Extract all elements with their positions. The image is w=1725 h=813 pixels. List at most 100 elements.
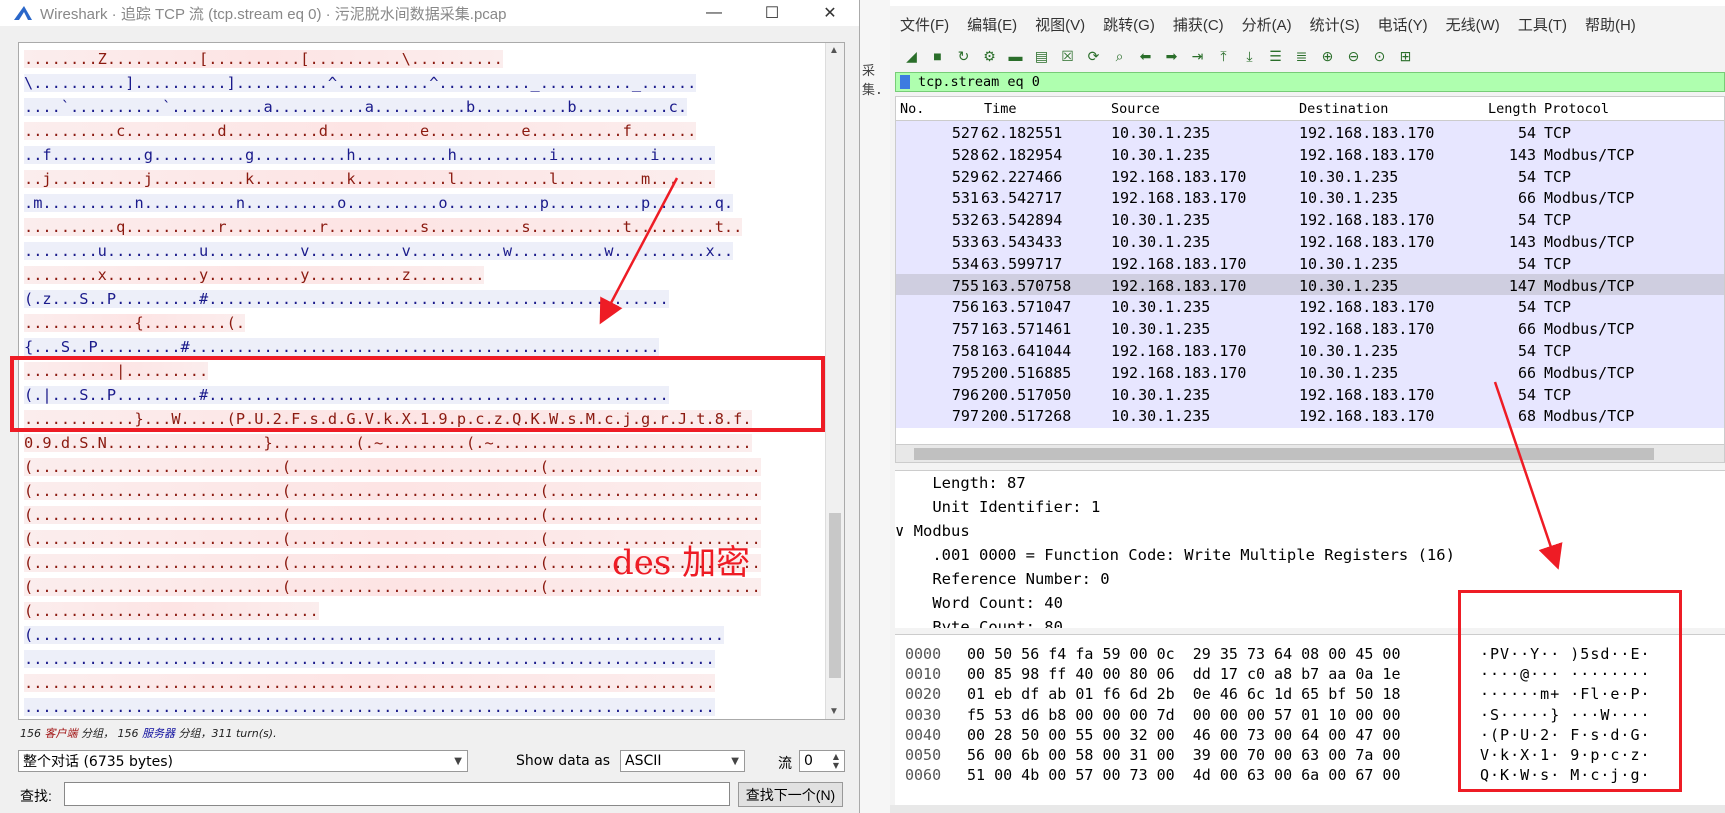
go-last-icon[interactable]: ⤓ — [1238, 45, 1261, 67]
scroll-down-icon[interactable]: ▼ — [829, 706, 839, 717]
spin-arrows-icon[interactable]: ▲ ▼ — [833, 752, 839, 770]
resize-columns-icon[interactable]: ⊞ — [1394, 45, 1417, 67]
menu-item-2[interactable]: 视图(V) — [1035, 14, 1085, 40]
menu-item-4[interactable]: 捕获(C) — [1173, 14, 1224, 40]
hex-bytes: 00 50 56 f4 fa 59 00 0c 29 35 73 64 08 0… — [967, 645, 1401, 663]
packet-cell: Modbus/TCP — [1544, 233, 1635, 251]
minimize-button[interactable]: — — [685, 0, 743, 26]
menu-item-1[interactable]: 编辑(E) — [967, 14, 1017, 40]
find-next-button[interactable]: 查找下一个(N) — [738, 782, 843, 807]
go-back-icon[interactable]: ⬅ — [1134, 45, 1157, 67]
detail-line[interactable]: ∨ Modbus — [895, 519, 1725, 543]
hex-bytes: 00 28 50 00 55 00 32 00 46 00 73 00 64 0… — [967, 725, 1401, 744]
close-file-icon[interactable]: ☒ — [1056, 45, 1079, 67]
bookmark-icon[interactable] — [900, 75, 910, 89]
stop-icon[interactable]: ■ — [926, 45, 949, 67]
shark-fin-icon[interactable]: ◢ — [900, 45, 923, 67]
packet-row[interactable]: 757 163.571461 10.30.1.235 192.168.183.170 6… — [896, 317, 1724, 342]
packet-row[interactable]: 533 63.543433 10.30.1.235 192.168.183.170 14… — [896, 230, 1724, 254]
stream-line: ........u..........u..........v.........… — [24, 239, 824, 263]
colorize-icon[interactable]: ≣ — [1290, 45, 1313, 67]
menu-item-0[interactable]: 文件(F) — [900, 14, 949, 40]
show-data-format-select[interactable]: ASCII ▼ — [620, 750, 745, 772]
column-header-source[interactable]: Source — [1111, 101, 1160, 117]
scroll-up-icon[interactable]: ▲ — [829, 45, 839, 56]
autoscroll-icon[interactable]: ☰ — [1264, 45, 1287, 67]
go-first-icon[interactable]: ⤒ — [1212, 45, 1235, 67]
packet-row[interactable]: 532 63.542894 10.30.1.235 192.168.183.170 54… — [896, 208, 1724, 233]
show-format-value: ASCII — [625, 753, 662, 769]
packet-cell: TCP — [1544, 124, 1572, 142]
packet-row[interactable]: 531 63.542717 192.168.183.170 10.30.1.235 66… — [896, 186, 1724, 211]
packet-list-hscroll[interactable] — [896, 444, 1724, 462]
menu-item-8[interactable]: 无线(W) — [1446, 14, 1500, 40]
column-header-destination[interactable]: Destination — [1299, 101, 1388, 117]
stream-number-value: 0 — [804, 753, 813, 769]
follow-titlebar: Wireshark · 追踪 TCP 流 (tcp.stream eq 0) ·… — [0, 0, 859, 26]
menu-item-5[interactable]: 分析(A) — [1242, 14, 1292, 40]
stream-line: ........................................… — [24, 695, 824, 719]
conversation-select[interactable]: 整个对话 (6735 bytes) ▼ — [18, 750, 468, 772]
packet-row[interactable]: 758 163.641044 192.168.183.170 10.30.1.235 5… — [896, 339, 1724, 363]
detail-line[interactable]: .001 0000 = Function Code: Write Multipl… — [895, 543, 1725, 567]
detail-line[interactable]: Reference Number: 0 — [895, 567, 1725, 591]
close-button[interactable]: ✕ — [801, 0, 859, 26]
find-packet-icon[interactable]: ⌕ — [1108, 45, 1131, 67]
menu-item-7[interactable]: 电话(Y) — [1378, 14, 1428, 40]
packet-row[interactable]: 756 163.571047 10.30.1.235 192.168.183.170 5… — [896, 295, 1724, 320]
zoom-in-icon[interactable]: ⊕ — [1316, 45, 1339, 67]
zoom-out-icon[interactable]: ⊖ — [1342, 45, 1365, 67]
stream-scrollbar[interactable]: ▲ ▼ — [825, 43, 844, 719]
display-filter-input[interactable]: tcp.stream eq 0 — [895, 72, 1725, 92]
packet-row[interactable]: 797 200.517268 10.30.1.235 192.168.183.170 6… — [896, 404, 1724, 429]
server-stream-line: \..........]..........]..........^......… — [24, 74, 697, 92]
server-stream-line: ........u..........u..........v.........… — [24, 242, 734, 260]
packet-row[interactable]: 529 62.227466 192.168.183.170 10.30.1.235 54… — [896, 164, 1724, 189]
hscroll-thumb[interactable] — [914, 448, 1654, 460]
menu-item-9[interactable]: 工具(T) — [1518, 14, 1567, 40]
scrollbar-thumb[interactable] — [829, 513, 841, 678]
find-input[interactable] — [64, 782, 730, 806]
go-forward-icon[interactable]: ➡ — [1160, 45, 1183, 67]
client-stream-line: ............{.........(. — [24, 314, 246, 332]
packet-cell: TCP — [1544, 211, 1572, 230]
options-gear-icon[interactable]: ⚙ — [978, 45, 1001, 67]
column-header-time[interactable]: Time — [984, 101, 1017, 117]
open-folder-icon[interactable]: ▬ — [1004, 45, 1027, 67]
packet-row[interactable]: 795 200.516885 192.168.183.170 10.30.1.235 6… — [896, 360, 1724, 385]
packet-row[interactable]: 796 200.517050 10.30.1.235 192.168.183.170 5… — [896, 382, 1724, 407]
packet-row[interactable]: 528 62.182954 10.30.1.235 192.168.183.170 14… — [896, 142, 1724, 167]
packet-row[interactable]: 755 163.570758 192.168.183.170 10.30.1.235 1… — [896, 273, 1724, 298]
restart-icon[interactable]: ↻ — [952, 45, 975, 67]
column-header-length[interactable]: Length — [1488, 101, 1537, 117]
packet-cell: 143 — [1508, 145, 1536, 164]
maximize-button[interactable]: ☐ — [743, 0, 801, 26]
hex-offset: 0000 — [905, 645, 942, 663]
stream-line: ........................................… — [24, 671, 824, 695]
main-toolbar: ◢ ■ ↻ ⚙ ▬ ▤ ☒ ⟳ ⌕ ⬅ ➡ ⇥ ⤒ ⤓ ☰ ≣ ⊕ ⊖ ⊙ ⊞ — [890, 42, 1725, 70]
client-stream-line: (...........................(...........… — [24, 458, 761, 476]
packet-cell: 54 — [1517, 342, 1536, 360]
menu-item-3[interactable]: 跳转(G) — [1103, 14, 1155, 40]
packet-row[interactable]: 534 63.599717 192.168.183.170 10.30.1.235 54… — [896, 251, 1724, 276]
client-stream-line: ..........q..........r..........r.......… — [24, 218, 743, 236]
packet-row[interactable]: 527 62.182551 10.30.1.235 192.168.183.170 54… — [896, 121, 1724, 145]
server-stream-line: ....`..........`..........a..........a..… — [24, 98, 688, 116]
packet-list[interactable]: No. Time Source Destination Length Protocol 5… — [895, 96, 1725, 463]
column-header-protocol[interactable]: Protocol — [1544, 101, 1609, 117]
packet-cell: 68 — [1517, 407, 1536, 426]
save-file-icon[interactable]: ▤ — [1030, 45, 1053, 67]
chevron-down-icon: ▼ — [454, 755, 462, 767]
hex-offset: 0020 — [905, 685, 942, 704]
menu-item-10[interactable]: 帮助(H) — [1585, 14, 1636, 40]
reload-icon[interactable]: ⟳ — [1082, 45, 1105, 67]
detail-line[interactable]: Length: 87 — [895, 471, 1725, 495]
go-to-packet-icon[interactable]: ⇥ — [1186, 45, 1209, 67]
column-header-no[interactable]: No. — [900, 101, 924, 117]
packet-cell: TCP — [1544, 298, 1572, 317]
detail-line[interactable]: Unit Identifier: 1 — [895, 495, 1725, 519]
zoom-normal-icon[interactable]: ⊙ — [1368, 45, 1391, 67]
menu-item-6[interactable]: 统计(S) — [1310, 14, 1360, 40]
desktop: Wireshark · 追踪 TCP 流 (tcp.stream eq 0) ·… — [0, 0, 1725, 813]
stream-number-spinbox[interactable]: 0 ▲ ▼ — [799, 750, 845, 772]
